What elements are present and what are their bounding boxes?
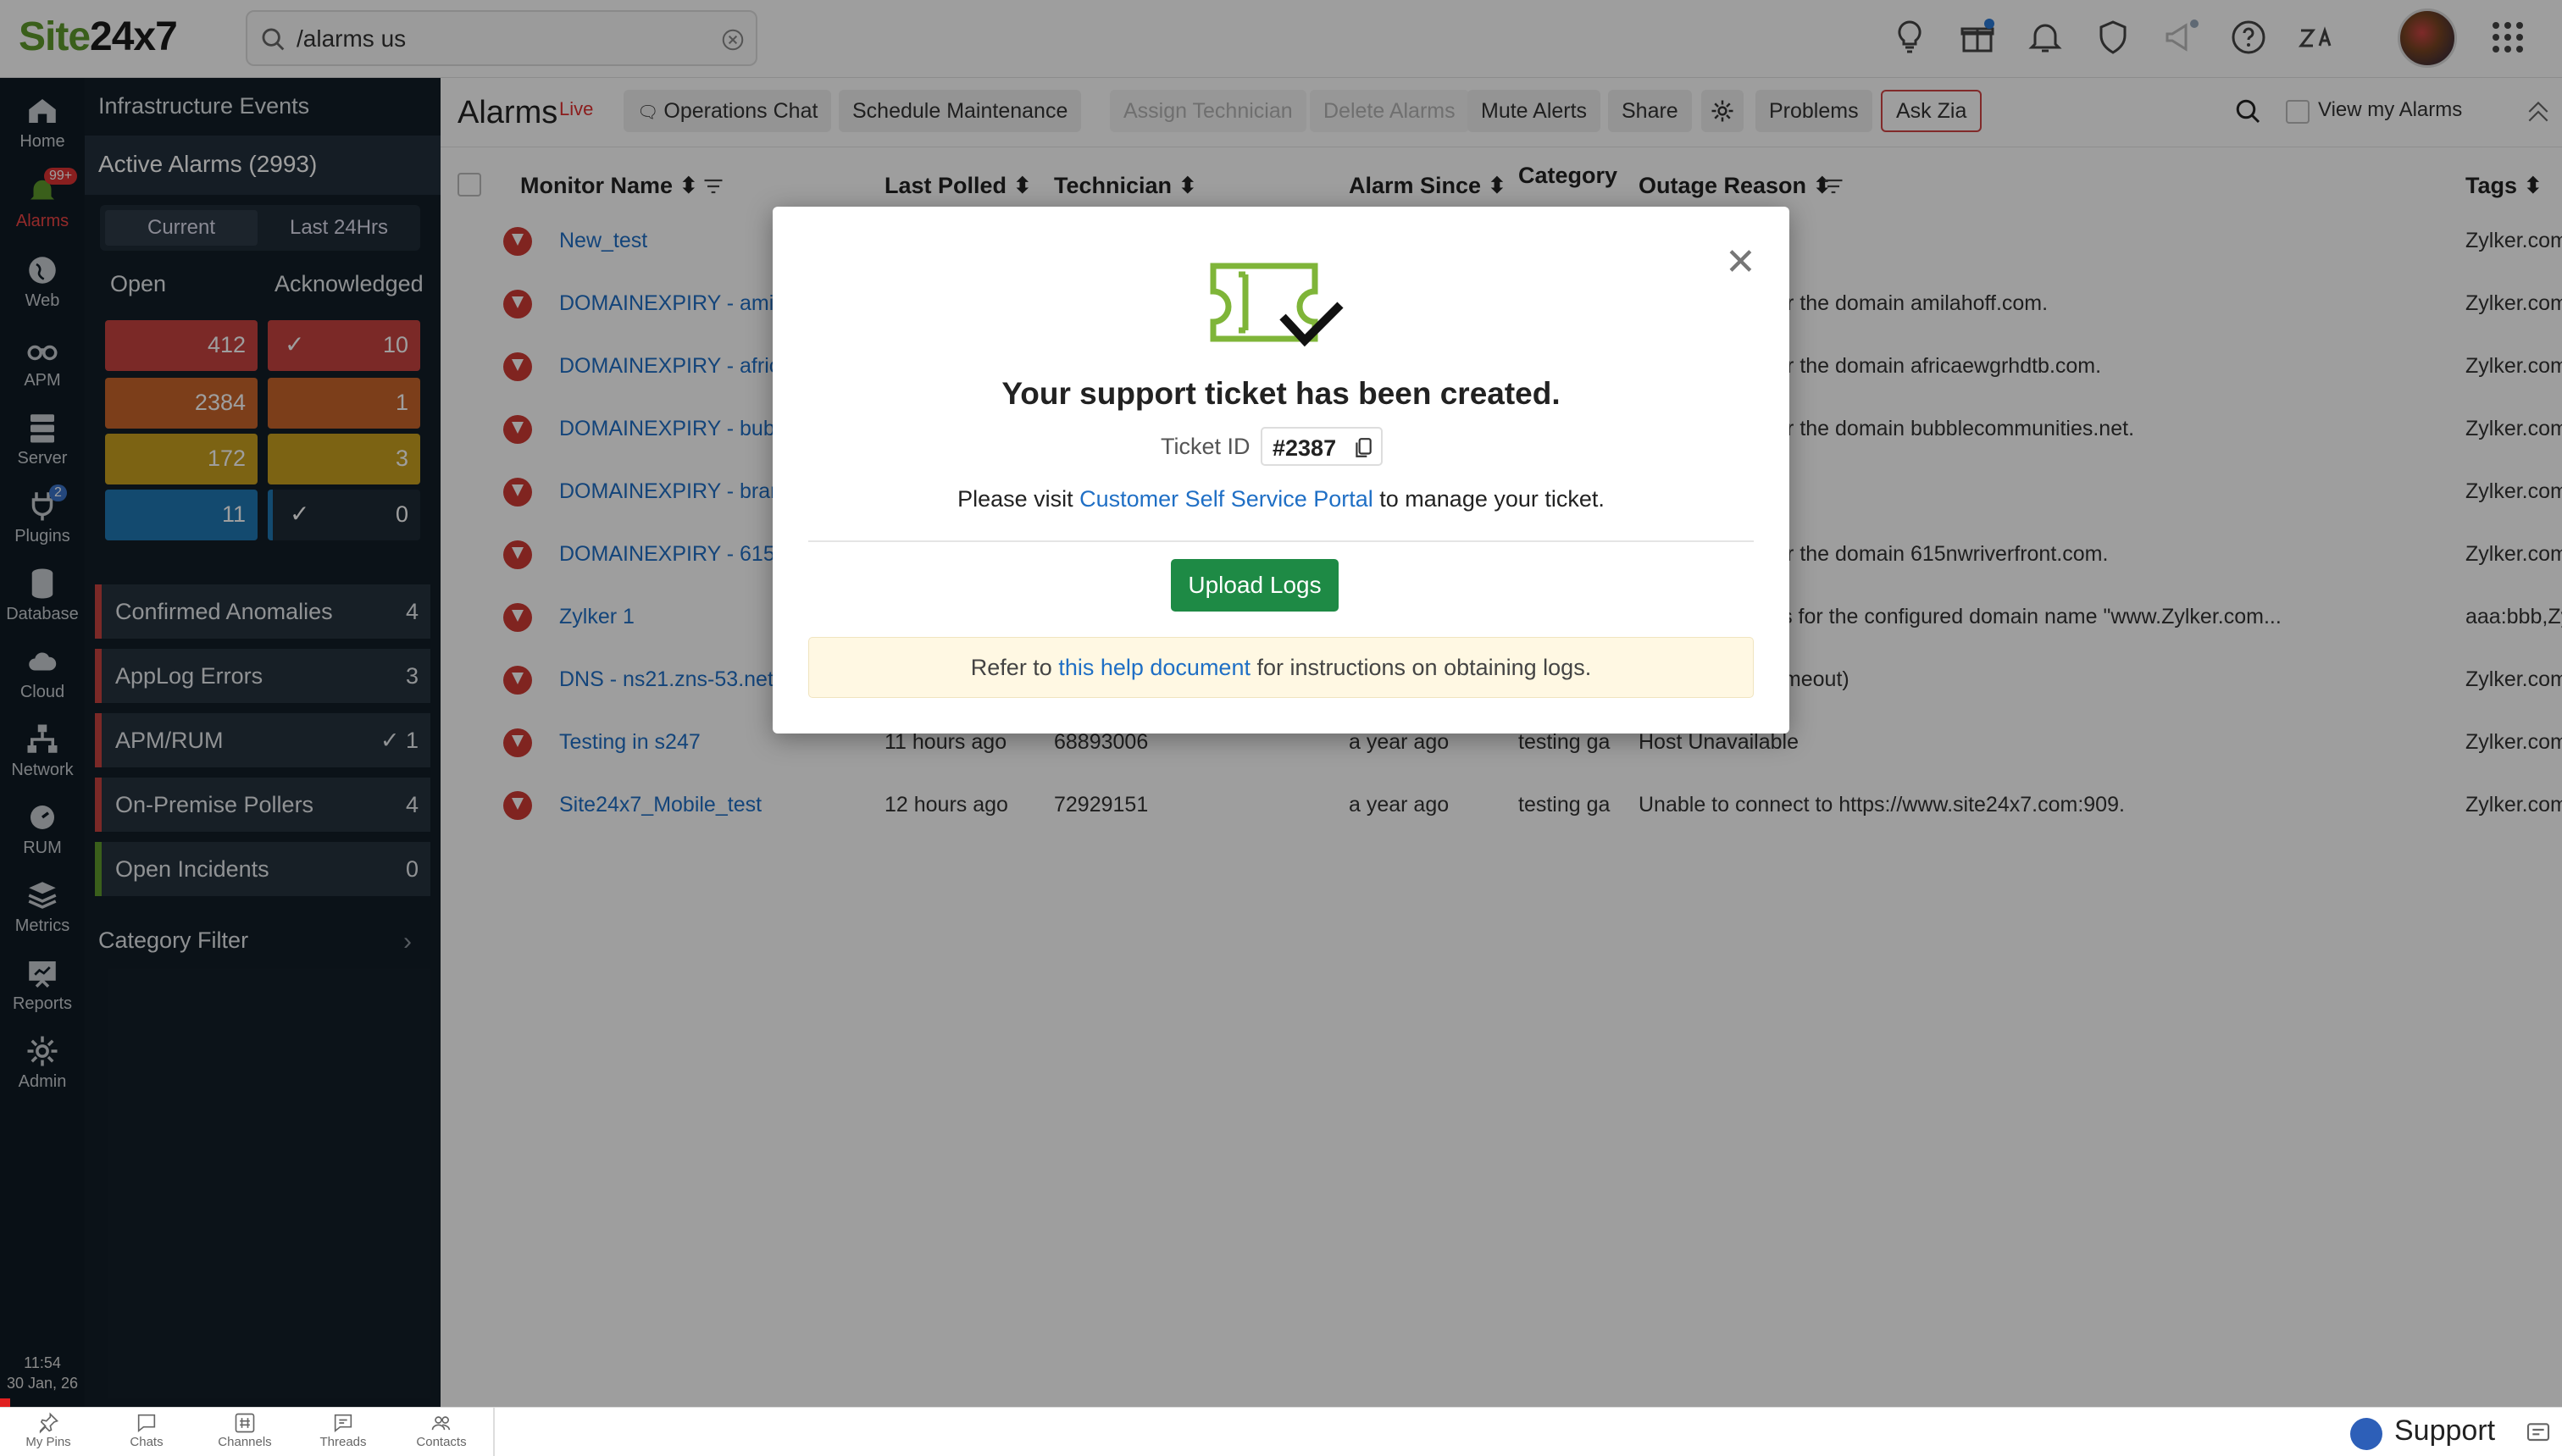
chat-icon xyxy=(137,1414,156,1433)
ticket-id-value: #2387 xyxy=(1273,435,1337,461)
support-ticket-dialog: ✕ Your support ticket has been created. … xyxy=(773,207,1789,734)
ticket-id-label: Ticket ID xyxy=(1161,434,1250,459)
channels-button[interactable]: Channels xyxy=(198,1411,291,1449)
dialog-title: Your support ticket has been created. xyxy=(1001,376,1561,411)
ticket-created-icon xyxy=(1210,263,1344,347)
hash-icon xyxy=(235,1413,255,1433)
feedback-icon[interactable] xyxy=(2525,1420,2552,1447)
threads-icon xyxy=(334,1414,352,1433)
contacts-button[interactable]: Contacts xyxy=(395,1411,488,1449)
help-document-link[interactable]: this help document xyxy=(1058,655,1250,680)
bottom-bar: My Pins Chats Channels Threads Contacts … xyxy=(0,1407,2562,1456)
upload-logs-button[interactable]: Upload Logs xyxy=(1171,559,1339,612)
support-button[interactable]: Support xyxy=(2394,1414,2495,1448)
divider xyxy=(493,1408,495,1456)
chats-button[interactable]: Chats xyxy=(100,1411,193,1449)
status-marker xyxy=(0,1398,10,1407)
my-pins-button[interactable]: My Pins xyxy=(2,1411,95,1449)
customer-portal-link[interactable]: Customer Self Service Portal xyxy=(1079,486,1373,512)
copy-icon[interactable] xyxy=(1354,437,1372,459)
ticket-id-field: #2387 xyxy=(1261,427,1383,466)
visit-portal-text: Please visit Customer Self Service Porta… xyxy=(957,486,1605,512)
close-icon[interactable]: ✕ xyxy=(1725,244,1756,281)
pin-icon xyxy=(39,1412,59,1434)
divider xyxy=(808,540,1754,542)
help-note: Refer to this help document for instruct… xyxy=(808,637,1754,698)
contacts-icon xyxy=(431,1416,451,1431)
threads-button[interactable]: Threads xyxy=(297,1411,390,1449)
support-headset-icon xyxy=(2350,1418,2382,1450)
